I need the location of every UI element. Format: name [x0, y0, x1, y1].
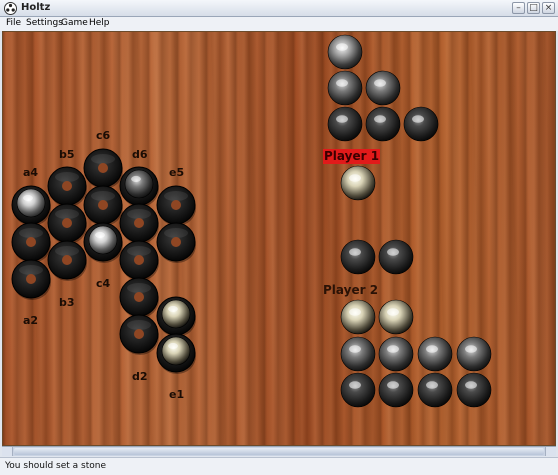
- board-ring[interactable]: [47, 240, 87, 281]
- stone-cream: [378, 299, 414, 335]
- menu-settings[interactable]: Settings: [26, 18, 63, 28]
- stone-cream: [340, 165, 376, 201]
- board-ring[interactable]: [119, 314, 159, 355]
- board-ring[interactable]: [11, 259, 51, 300]
- coord-label-d6: d6: [132, 148, 148, 161]
- player1-stones: [327, 34, 439, 201]
- status-message: You should set a stone: [5, 461, 107, 471]
- stone-cream: [161, 336, 191, 366]
- coord-label-a4: a4: [23, 166, 38, 179]
- coord-label-e5: e5: [169, 166, 184, 179]
- scroll-left-button[interactable]: [2, 447, 13, 456]
- stone-black: [340, 239, 376, 275]
- board-ring[interactable]: [156, 185, 196, 226]
- coord-label-e1: e1: [169, 388, 184, 401]
- coord-label-c4: c4: [96, 277, 111, 290]
- menu-bar: File Settings Game Help: [0, 17, 558, 31]
- board-canvas[interactable]: a4 a2 b5 b3 c6 c4 d6 d2 e5 e1: [3, 32, 556, 446]
- stone-gray: [124, 169, 154, 199]
- stone-gray: [378, 336, 414, 372]
- stone-white: [16, 188, 46, 218]
- rings-layer[interactable]: [11, 148, 196, 374]
- game-board[interactable]: a4 a2 b5 b3 c6 c4 d6 d2 e5 e1 Player 1 Player 2: [2, 31, 556, 446]
- board-ring[interactable]: [83, 185, 123, 226]
- coord-label-d2: d2: [132, 370, 148, 383]
- stone-black: [417, 372, 453, 408]
- coord-label-b3: b3: [59, 296, 75, 309]
- stone-white: [88, 225, 118, 255]
- scroll-right-button[interactable]: [545, 447, 556, 456]
- board-ring[interactable]: [119, 203, 159, 244]
- player1-label: Player 1: [323, 149, 381, 164]
- board-ring[interactable]: [47, 203, 87, 244]
- menu-game[interactable]: Game: [61, 18, 88, 28]
- stone-gray: [340, 336, 376, 372]
- stone-black: [378, 372, 414, 408]
- menu-help[interactable]: Help: [89, 18, 110, 28]
- board-ring[interactable]: [83, 148, 123, 189]
- coord-label-b5: b5: [59, 148, 75, 161]
- stone-gray: [417, 336, 453, 372]
- stone-black: [340, 372, 376, 408]
- coord-label-c6: c6: [96, 129, 111, 142]
- stone-silver: [327, 34, 363, 70]
- scroll-thumb[interactable]: [14, 448, 544, 455]
- coord-label-a2: a2: [23, 314, 38, 327]
- maximize-button[interactable]: □: [527, 2, 540, 14]
- horizontal-scrollbar[interactable]: [2, 446, 556, 456]
- stone-black: [456, 372, 492, 408]
- menu-file[interactable]: File: [6, 18, 21, 28]
- board-ring[interactable]: [156, 222, 196, 263]
- minimize-button[interactable]: –: [512, 2, 525, 14]
- player2-label: Player 2: [323, 283, 379, 297]
- stone-gray: [365, 70, 401, 106]
- stone-gray: [456, 336, 492, 372]
- stone-black: [403, 106, 439, 142]
- app-icon: [4, 2, 17, 15]
- board-ring[interactable]: [119, 240, 159, 281]
- player2-stones: [340, 239, 492, 408]
- stone-black: [365, 106, 401, 142]
- stone-black: [378, 239, 414, 275]
- stone-cream: [161, 299, 191, 329]
- stone-black: [327, 106, 363, 142]
- window-title: Holtz: [21, 2, 51, 13]
- board-ring[interactable]: [47, 166, 87, 207]
- status-bar: You should set a stone: [0, 457, 558, 475]
- board-ring[interactable]: [11, 222, 51, 263]
- board-ring[interactable]: [119, 277, 159, 318]
- close-button[interactable]: ×: [542, 2, 555, 14]
- title-bar: Holtz – □ ×: [0, 0, 558, 17]
- stone-cream: [340, 299, 376, 335]
- stone-gray: [327, 70, 363, 106]
